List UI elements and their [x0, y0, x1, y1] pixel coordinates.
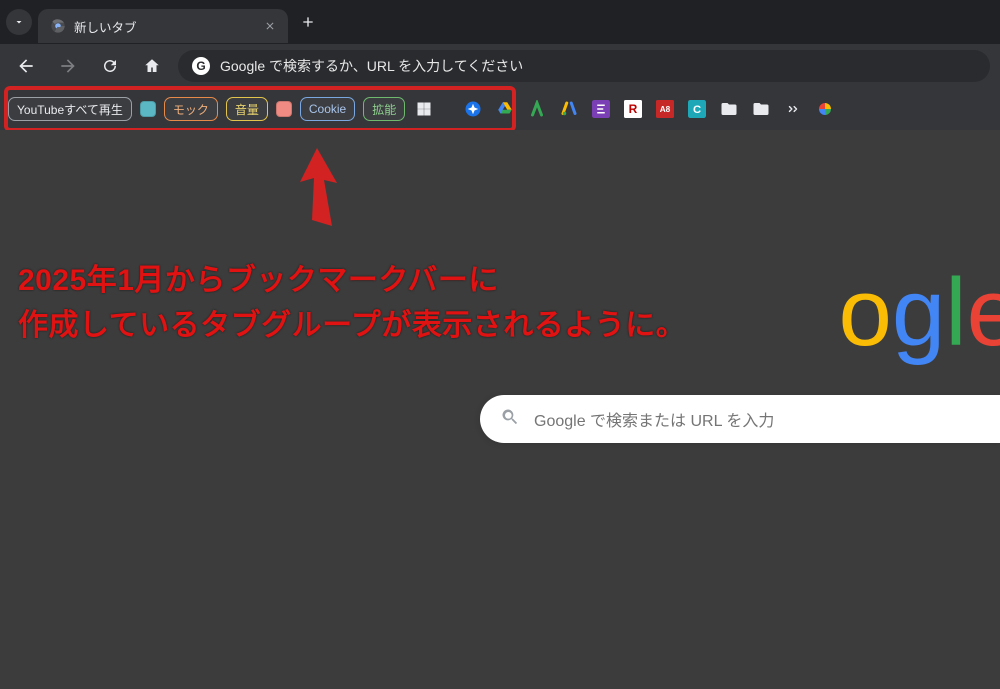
- tab-group-cookie[interactable]: Cookie: [300, 97, 355, 121]
- apps-grid-icon[interactable]: [413, 98, 435, 120]
- new-tab-page: 2025年1月からブックマークバーに 作成しているタブグループが表示されるように…: [0, 130, 1000, 689]
- search-placeholder: Google で検索または URL を入力: [534, 407, 774, 431]
- tab-close-button[interactable]: [262, 18, 278, 34]
- tab-group-label: Cookie: [309, 102, 346, 116]
- google-letter-l: l: [945, 265, 966, 361]
- tab-group-label: 音量: [235, 101, 259, 118]
- bookmark-icon-ads-green[interactable]: [527, 99, 547, 119]
- tab-search-dropdown[interactable]: [6, 9, 32, 35]
- bookmark-icon-purple-e[interactable]: [591, 99, 611, 119]
- tab-group-volume[interactable]: 音量: [226, 97, 268, 121]
- tab-group-youtube[interactable]: YouTubeすべて再生: [8, 97, 132, 121]
- annotation-arrow-icon: [292, 148, 342, 228]
- tab-group-label: 拡能: [372, 101, 396, 118]
- tab-group-extensions[interactable]: 拡能: [363, 97, 405, 121]
- svg-text:C: C: [693, 104, 701, 116]
- arrow-right-icon: [58, 56, 78, 76]
- back-button[interactable]: [10, 50, 42, 82]
- tab-group-mock[interactable]: モック: [164, 97, 218, 121]
- chevron-down-icon: [13, 16, 25, 28]
- tab-group-color-dot[interactable]: [276, 101, 292, 117]
- forward-button[interactable]: [52, 50, 84, 82]
- grid-icon: [416, 101, 432, 117]
- close-icon: [264, 20, 276, 32]
- reload-icon: [101, 57, 119, 75]
- tab-group-label: モック: [173, 101, 209, 118]
- home-icon: [143, 57, 161, 75]
- reload-button[interactable]: [94, 50, 126, 82]
- bookmark-folder[interactable]: [751, 99, 771, 119]
- ntp-search-box[interactable]: Google で検索または URL を入力: [480, 395, 1000, 443]
- new-tab-button[interactable]: [294, 8, 322, 36]
- toolbar: G Google で検索するか、URL を入力してください: [0, 44, 1000, 88]
- bookmark-icon-drive[interactable]: [495, 99, 515, 119]
- bookmarks-bar: YouTubeすべて再生 モック 音量 Cookie 拡能 R A8 C: [0, 88, 1000, 130]
- omnibox-placeholder: Google で検索するか、URL を入力してください: [220, 56, 523, 76]
- bookmark-icon-a8[interactable]: A8: [655, 99, 675, 119]
- google-letter-e: e: [967, 265, 1000, 361]
- tab-strip: 新しいタブ: [0, 0, 1000, 44]
- google-letter-g: g: [892, 265, 945, 361]
- folder-icon: [720, 100, 738, 118]
- bookmark-icons-row: R A8 C: [463, 99, 835, 119]
- annotation-line: 作成しているタブグループが表示されるように。: [18, 303, 686, 348]
- home-button[interactable]: [136, 50, 168, 82]
- google-letter-o: o: [839, 265, 892, 361]
- tab-group-color-dot[interactable]: [140, 101, 156, 117]
- browser-tab[interactable]: 新しいタブ: [38, 9, 288, 43]
- svg-text:A8: A8: [660, 105, 671, 114]
- plus-icon: [300, 14, 316, 30]
- bookmark-icon-photos[interactable]: [815, 99, 835, 119]
- tab-group-label: YouTubeすべて再生: [17, 101, 123, 118]
- chrome-favicon: [50, 18, 66, 34]
- annotation-line: 2025年1月からブックマークバーに: [18, 258, 686, 303]
- bookmark-icon-c[interactable]: C: [687, 99, 707, 119]
- bookmark-icon-arrows[interactable]: [783, 99, 803, 119]
- svg-text:R: R: [629, 102, 638, 116]
- bookmark-icon-ads-multicolor[interactable]: [559, 99, 579, 119]
- omnibox[interactable]: G Google で検索するか、URL を入力してください: [178, 50, 990, 82]
- google-g-icon: G: [192, 57, 210, 75]
- search-icon: [500, 407, 520, 432]
- annotation-text: 2025年1月からブックマークバーに 作成しているタブグループが表示されるように…: [18, 258, 686, 348]
- folder-icon: [752, 100, 770, 118]
- bookmark-folder[interactable]: [719, 99, 739, 119]
- google-logo: o g l e: [839, 265, 1000, 361]
- arrow-left-icon: [16, 56, 36, 76]
- bookmark-icon-compass[interactable]: [463, 99, 483, 119]
- bookmark-icon-rakuten[interactable]: R: [623, 99, 643, 119]
- tab-title: 新しいタブ: [74, 17, 254, 36]
